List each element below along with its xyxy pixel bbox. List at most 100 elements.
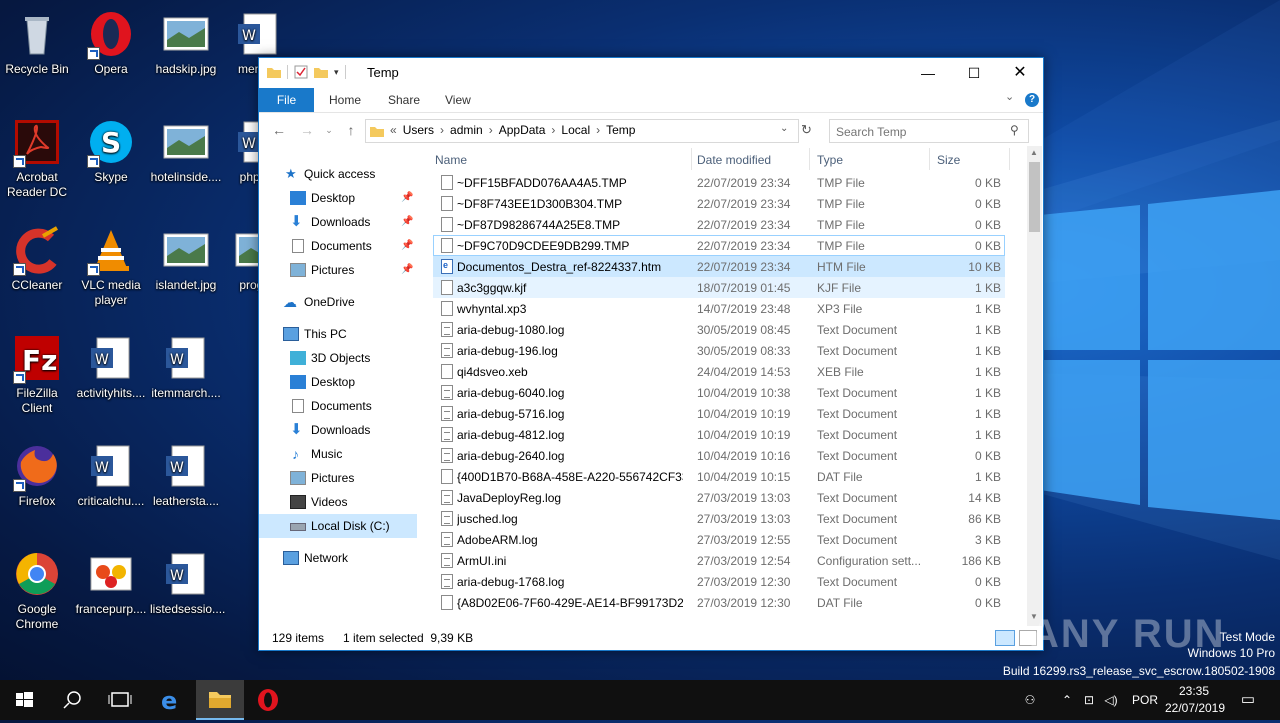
tab-share[interactable]: Share bbox=[388, 88, 420, 112]
file-row[interactable]: {A8D02E06-7F60-429E-AE14-BF99173D27... 27… bbox=[433, 592, 1005, 613]
file-row[interactable]: aria-debug-1768.log 27/03/2019 12:30 Text … bbox=[433, 571, 1005, 592]
tab-view[interactable]: View bbox=[445, 88, 471, 112]
title-bar[interactable]: ▾ Temp — ☐ ✕ bbox=[259, 58, 1043, 88]
clock-time[interactable]: 23:35 bbox=[1166, 684, 1222, 698]
task-view-button[interactable] bbox=[96, 680, 144, 720]
desktop-icon-ccleaner[interactable]: CCleaner bbox=[1, 220, 73, 293]
desktop-icon-islandet[interactable]: islandet.jpg bbox=[150, 220, 222, 293]
new-folder-icon[interactable] bbox=[314, 66, 328, 78]
desktop-icon-activityhits[interactable]: W activityhits.... bbox=[75, 328, 147, 401]
file-row[interactable]: aria-debug-1080.log 30/05/2019 08:45 Text … bbox=[433, 319, 1005, 340]
pin-icon[interactable]: 📌 bbox=[401, 186, 413, 210]
nav-this-pc[interactable]: This PC bbox=[259, 322, 417, 346]
pin-icon[interactable]: 📌 bbox=[401, 234, 413, 258]
nav-downloads[interactable]: ⬇ Downloads bbox=[259, 418, 417, 442]
up-button[interactable]: ↑ bbox=[341, 122, 361, 138]
scrollbar-thumb[interactable] bbox=[1029, 162, 1040, 232]
tray-overflow-icon[interactable]: ⌃ bbox=[1058, 680, 1076, 720]
tab-file[interactable]: File bbox=[259, 88, 314, 112]
nav-music[interactable]: ♪ Music bbox=[259, 442, 417, 466]
file-row[interactable]: ~DF87D98286744A25E8.TMP 22/07/2019 23:34 T… bbox=[433, 214, 1005, 235]
desktop-icon-vlc[interactable]: VLC media player bbox=[75, 220, 147, 308]
address-dropdown-icon[interactable]: ⌄ bbox=[780, 123, 788, 134]
vertical-scrollbar[interactable]: ▲ ▼ bbox=[1027, 146, 1042, 626]
desktop-icon-acrobat[interactable]: Acrobat Reader DC bbox=[1, 112, 73, 200]
desktop-icon-skype[interactable]: S Skype bbox=[75, 112, 147, 185]
breadcrumb-users[interactable]: Users bbox=[397, 123, 440, 137]
search-button[interactable] bbox=[48, 680, 96, 720]
breadcrumb-appdata[interactable]: AppData bbox=[493, 123, 552, 137]
desktop-icon-itemmarch[interactable]: W itemmarch.... bbox=[150, 328, 222, 401]
close-button[interactable]: ✕ bbox=[997, 58, 1043, 88]
file-row[interactable]: aria-debug-4812.log 10/04/2019 10:19 Text … bbox=[433, 424, 1005, 445]
nav-qa-pictures[interactable]: Pictures 📌 bbox=[259, 258, 417, 282]
pin-icon[interactable]: 📌 bbox=[401, 210, 413, 234]
column-date-modified[interactable]: Date modified bbox=[697, 153, 771, 167]
file-row[interactable]: ArmUI.ini 27/03/2019 12:54 Configuration s… bbox=[433, 550, 1005, 571]
search-box[interactable]: ⚲ bbox=[829, 119, 1029, 143]
nav-documents[interactable]: Documents bbox=[259, 394, 417, 418]
file-row[interactable]: ~DF8F743EE1D300B304.TMP 22/07/2019 23:34 T… bbox=[433, 193, 1005, 214]
search-icon[interactable]: ⚲ bbox=[1010, 123, 1019, 137]
file-row[interactable]: ~DF9C70D9CDEE9DB299.TMP 22/07/2019 23:34 T… bbox=[433, 235, 1005, 256]
breadcrumb-admin[interactable]: admin bbox=[444, 123, 489, 137]
column-type[interactable]: Type bbox=[817, 153, 843, 167]
file-row[interactable]: aria-debug-2640.log 10/04/2019 10:16 Text … bbox=[433, 445, 1005, 466]
refresh-icon[interactable]: ↻ bbox=[801, 122, 812, 138]
nav-pictures[interactable]: Pictures bbox=[259, 466, 417, 490]
language-indicator[interactable]: POR bbox=[1132, 680, 1158, 720]
nav-local-disk[interactable]: Local Disk (C:) bbox=[259, 514, 417, 538]
nav-quick-access[interactable]: ★ Quick access bbox=[259, 162, 417, 186]
expand-ribbon-icon[interactable]: ⌄ bbox=[1005, 90, 1014, 103]
taskbar-edge[interactable]: e bbox=[148, 680, 196, 720]
desktop-icon-filezilla[interactable]: Fz FileZilla Client bbox=[1, 328, 73, 416]
volume-icon[interactable]: ◁) bbox=[1102, 680, 1120, 720]
file-row[interactable]: Documentos_Destra_ref-8224337.htm 22/07/2… bbox=[433, 256, 1005, 277]
file-row[interactable]: wvhyntal.xp3 14/07/2019 23:48 XP3 File 1 KB bbox=[433, 298, 1005, 319]
file-row[interactable]: jusched.log 27/03/2019 13:03 Text Document… bbox=[433, 508, 1005, 529]
details-view-icon[interactable] bbox=[995, 630, 1015, 646]
file-row[interactable]: JavaDeployReg.log 27/03/2019 13:03 Text Do… bbox=[433, 487, 1005, 508]
desktop-icon-hotelinside[interactable]: hotelinside.... bbox=[150, 112, 222, 185]
forward-button[interactable]: → bbox=[297, 122, 317, 138]
nav-videos[interactable]: Videos bbox=[259, 490, 417, 514]
desktop-icon-hadskip[interactable]: hadskip.jpg bbox=[150, 4, 222, 77]
address-bar[interactable]: « Users › admin › AppData › Local › Temp ⌄ bbox=[365, 119, 799, 143]
file-row[interactable]: aria-debug-196.log 30/05/2019 08:33 Text D… bbox=[433, 340, 1005, 361]
nav-qa-desktop[interactable]: Desktop 📌 bbox=[259, 186, 417, 210]
back-button[interactable]: ← bbox=[269, 122, 289, 138]
nav-qa-documents[interactable]: Documents 📌 bbox=[259, 234, 417, 258]
taskbar-file-explorer[interactable] bbox=[196, 680, 244, 720]
desktop-icon-listedsessio[interactable]: W listedsessio.... bbox=[150, 544, 225, 617]
nav-3d-objects[interactable]: 3D Objects bbox=[259, 346, 417, 370]
qat-dropdown-icon[interactable]: ▾ bbox=[334, 67, 339, 78]
file-row[interactable]: aria-debug-6040.log 10/04/2019 10:38 Text … bbox=[433, 382, 1005, 403]
file-row[interactable]: ~DFF15BFADD076AA4A5.TMP 22/07/2019 23:34 T… bbox=[433, 172, 1005, 193]
action-center-icon[interactable]: ▭ bbox=[1236, 680, 1260, 720]
file-row[interactable]: {400D1B70-B68A-458E-A220-556742CF33... 10… bbox=[433, 466, 1005, 487]
network-icon[interactable]: ⊡ bbox=[1080, 680, 1098, 720]
breadcrumb-local[interactable]: Local bbox=[555, 123, 596, 137]
nav-network[interactable]: Network bbox=[259, 546, 417, 570]
start-button[interactable] bbox=[0, 680, 48, 720]
nav-desktop[interactable]: Desktop bbox=[259, 370, 417, 394]
desktop-icon-criticalchu[interactable]: W criticalchu.... bbox=[75, 436, 147, 509]
file-row[interactable]: aria-debug-5716.log 10/04/2019 10:19 Text … bbox=[433, 403, 1005, 424]
desktop-icon-recycle-bin[interactable]: Recycle Bin bbox=[1, 4, 73, 77]
file-row[interactable]: qi4dsveo.xeb 24/04/2019 14:53 XEB File 1 KB bbox=[433, 361, 1005, 382]
nav-onedrive[interactable]: ☁ OneDrive bbox=[259, 290, 417, 314]
nav-qa-downloads[interactable]: ⬇ Downloads 📌 bbox=[259, 210, 417, 234]
desktop-icon-leathersta[interactable]: W leathersta.... bbox=[150, 436, 222, 509]
breadcrumb-temp[interactable]: Temp bbox=[600, 123, 641, 137]
desktop-icon-francepurp[interactable]: francepurp.... bbox=[75, 544, 147, 617]
scroll-up-icon[interactable]: ▲ bbox=[1030, 148, 1038, 157]
recent-locations-icon[interactable]: ⌄ bbox=[319, 122, 339, 138]
taskbar-opera[interactable] bbox=[244, 680, 292, 720]
pin-icon[interactable]: 📌 bbox=[401, 258, 413, 282]
file-row[interactable]: a3c3ggqw.kjf 18/07/2019 01:45 KJF File 1 KB bbox=[433, 277, 1005, 298]
tab-home[interactable]: Home bbox=[329, 88, 361, 112]
search-input[interactable] bbox=[834, 122, 1008, 142]
column-name[interactable]: Name bbox=[435, 153, 467, 167]
clock-date[interactable]: 22/07/2019 bbox=[1164, 701, 1226, 715]
column-size[interactable]: Size bbox=[937, 153, 960, 167]
